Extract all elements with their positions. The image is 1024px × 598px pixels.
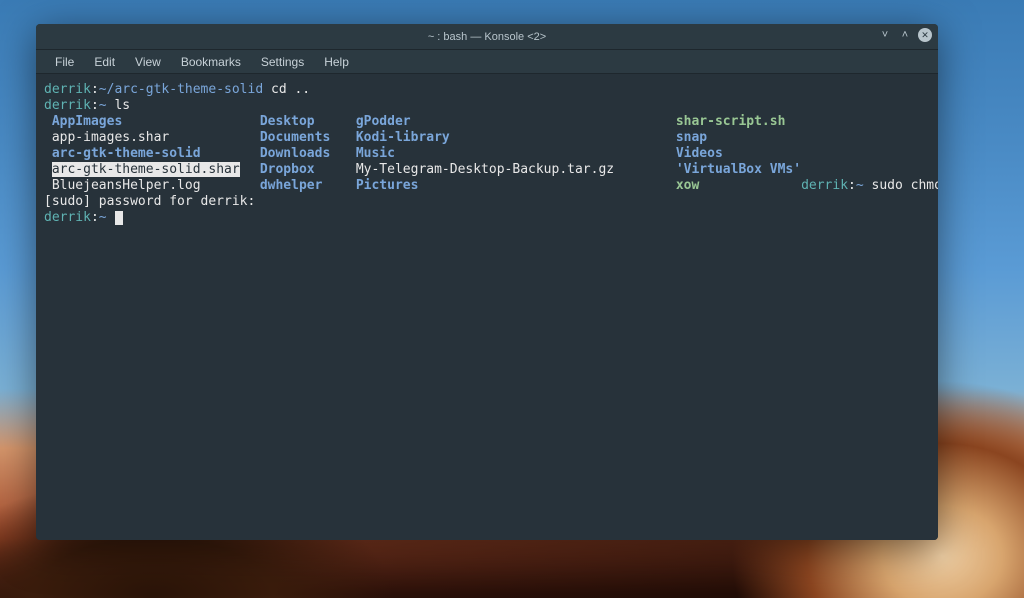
prompt-path: ~: [856, 178, 864, 193]
ls-row: BluejeansHelper.log dwhelper Pictures xow: [44, 178, 801, 194]
terminal-area[interactable]: derrik:~/arc-gtk-theme-solid cd .. derri…: [36, 74, 938, 540]
menu-view[interactable]: View: [126, 52, 170, 72]
ls-item: Videos: [676, 146, 723, 161]
ls-item: BluejeansHelper.log: [52, 178, 201, 193]
prompt-user: derrik: [44, 210, 91, 225]
ls-item: xow: [676, 178, 699, 193]
ls-item: My-Telegram-Desktop-Backup.tar.gz: [356, 162, 614, 177]
minimize-icon[interactable]: ˅: [878, 28, 892, 42]
prompt-sep: :: [91, 82, 99, 97]
titlebar[interactable]: ~ : bash — Konsole <2> ˅ ˄ ✕: [36, 24, 938, 50]
sudo-prompt: [sudo] password for derrik:: [44, 194, 255, 209]
prompt-path: ~: [99, 210, 107, 225]
ls-row: app-images.shar Documents Kodi-library snap: [44, 130, 801, 146]
menu-help[interactable]: Help: [315, 52, 358, 72]
ls-item: 'VirtualBox VMs': [676, 162, 801, 177]
window-controls: ˅ ˄ ✕: [878, 28, 932, 42]
ls-item: Kodi-library: [356, 130, 450, 145]
ls-item: AppImages: [52, 114, 122, 129]
menu-file[interactable]: File: [46, 52, 83, 72]
konsole-window: ~ : bash — Konsole <2> ˅ ˄ ✕ File Edit V…: [36, 24, 938, 540]
ls-item: Documents: [260, 130, 330, 145]
cursor-block: [115, 211, 123, 225]
ls-item: Downloads: [260, 146, 330, 161]
prompt-path: ~: [99, 98, 107, 113]
cmd-chmod: sudo chmod +x arc-gtk-theme-solid.shar: [864, 178, 938, 193]
maximize-icon[interactable]: ˄: [898, 28, 912, 42]
prompt-user: derrik: [44, 98, 91, 113]
ls-item: shar-script.sh: [676, 114, 786, 129]
ls-item: app-images.shar: [52, 130, 169, 145]
prompt-user: derrik: [44, 82, 91, 97]
ls-item: Dropbox: [260, 162, 315, 177]
cmd-cd: cd ..: [263, 82, 310, 97]
window-title: ~ : bash — Konsole <2>: [428, 31, 546, 43]
prompt-user: derrik: [801, 178, 848, 193]
cmd-ls: ls: [107, 98, 130, 113]
ls-row: AppImages Desktop gPodder shar-script.sh: [44, 114, 801, 130]
ls-row: arc-gtk-theme-solid Downloads Music Videos: [44, 146, 801, 162]
menubar: File Edit View Bookmarks Settings Help: [36, 50, 938, 74]
close-icon[interactable]: ✕: [918, 28, 932, 42]
ls-item: arc-gtk-theme-solid: [52, 146, 201, 161]
ls-item: gPodder: [356, 114, 411, 129]
ls-item: Desktop: [260, 114, 315, 129]
prompt-path: ~/arc-gtk-theme-solid: [99, 82, 263, 97]
menu-bookmarks[interactable]: Bookmarks: [172, 52, 250, 72]
ls-output: AppImages Desktop gPodder shar-script.sh ap…: [44, 114, 801, 194]
ls-item: snap: [676, 130, 707, 145]
ls-item: dwhelper: [260, 178, 323, 193]
ls-item: Music: [356, 146, 395, 161]
ls-row: arc-gtk-theme-solid.shar Dropbox My-Telegr…: [44, 162, 801, 178]
menu-edit[interactable]: Edit: [85, 52, 124, 72]
ls-item: Pictures: [356, 178, 419, 193]
ls-item: arc-gtk-theme-solid.shar: [52, 162, 240, 177]
menu-settings[interactable]: Settings: [252, 52, 313, 72]
